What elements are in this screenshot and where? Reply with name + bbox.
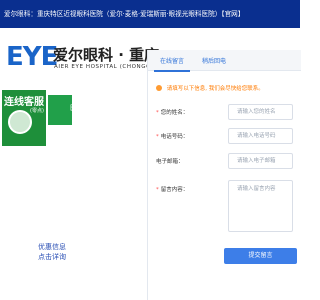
required-star-icon: * <box>156 187 159 193</box>
info-icon <box>156 85 162 91</box>
tab-online-message[interactable]: 在线留言 <box>154 54 191 72</box>
notice: 请填写以下信息, 我们会尽快给您联系。 <box>156 84 264 92</box>
eye-logo: EYE <box>6 42 58 72</box>
name-label: * 您的姓名： <box>156 110 189 116</box>
chat-widget[interactable]: 连线客服 (零点) <box>0 88 48 148</box>
top-banner: 爱尔眼科：重庆特区近视眼科医院（爱尔·麦格·爱瑞斯丽·眼视光眼科医院）【官网】 <box>0 0 300 28</box>
tab-callback[interactable]: 稍后回电 <box>196 54 232 70</box>
name-input[interactable]: 请输入您的姓名 <box>228 104 293 120</box>
notice-text: 请填写以下信息, 我们会尽快给您联系。 <box>166 86 264 92</box>
phone-label: * 电话号码： <box>156 134 189 140</box>
chat-panel: 在线留言 稍后回电 请填写以下信息, 我们会尽快给您联系。 * 您的姓名： 请输入… <box>147 50 301 300</box>
logo-name: 爱尔眼科 · 重庆 <box>53 46 160 64</box>
email-input[interactable]: 请输入电子邮箱 <box>228 153 293 169</box>
tab-bar: 在线留言 稍后回电 <box>148 50 301 72</box>
promo-line2: 点击详询 <box>38 253 66 261</box>
support-avatar <box>8 110 32 134</box>
banner-label: 医院 <box>70 104 84 112</box>
promo-link[interactable]: 优惠信息 点击详询 <box>38 242 76 262</box>
widget-title: 连线客服 <box>4 97 44 108</box>
logo: EYE 爱尔眼科 · 重庆 AIER EYE HOSPITAL (CHONGQI… <box>0 28 165 88</box>
required-star-icon: * <box>156 110 159 116</box>
promo-line1: 优惠信息 <box>38 243 66 251</box>
submit-button[interactable]: 提交留言 <box>224 248 297 264</box>
widget-subtitle: (零点) <box>30 108 44 114</box>
required-star-icon: * <box>156 134 159 140</box>
email-label: 电子邮箱： <box>156 159 184 165</box>
message-textarea[interactable]: 请输入留言内容 <box>228 180 293 232</box>
phone-input[interactable]: 请输入电话号码 <box>228 128 293 144</box>
top-banner-text: 爱尔眼科：重庆特区近视眼科医院（爱尔·麦格·爱瑞斯丽·眼视光眼科医院）【官网】 <box>4 10 245 18</box>
message-label: * 留言内容： <box>156 187 189 193</box>
